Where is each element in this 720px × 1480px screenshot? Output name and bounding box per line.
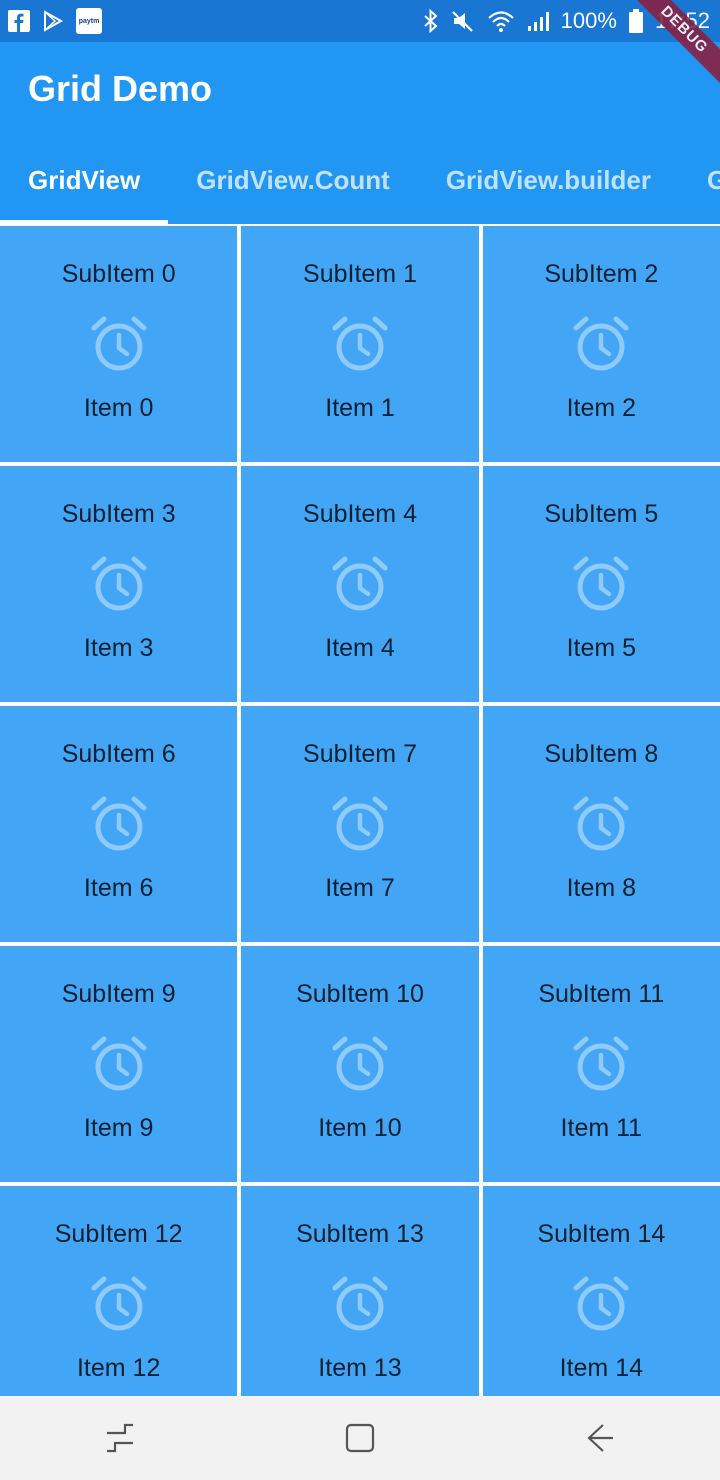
tile-subitem-label: SubItem 7 [303,740,417,768]
alarm-icon [330,1034,390,1094]
back-button[interactable] [570,1408,630,1468]
home-icon [345,1423,375,1453]
tile-subitem-label: SubItem 5 [544,500,659,528]
tile-item-label: Item 0 [83,394,154,422]
alarm-icon [571,1274,631,1334]
home-button[interactable] [330,1408,390,1468]
tile-subitem-label: SubItem 6 [61,740,176,768]
grid-tile[interactable]: SubItem 11 Item 11 [482,946,720,1182]
tile-item-label: Item 2 [566,394,637,422]
page-title: Grid Demo [28,68,213,109]
recent-apps-button[interactable] [90,1408,150,1468]
tile-item-label: Item 14 [559,1354,643,1382]
tab-1[interactable]: GridView.Count [168,140,418,224]
grid-tile[interactable]: SubItem 1 Item 1 [241,226,479,462]
tile-subitem-label: SubItem 14 [537,1220,666,1248]
grid-tile[interactable]: SubItem 3 Item 3 [0,466,238,702]
play-store-icon [42,10,64,32]
facebook-icon [8,10,30,32]
back-icon [587,1424,613,1452]
alarm-icon [330,314,390,374]
tile-subitem-label: SubItem 4 [303,500,417,528]
alarm-icon [89,314,149,374]
tile-subitem-label: SubItem 11 [538,980,665,1008]
grid-tile[interactable]: SubItem 7 Item 7 [241,706,479,942]
recent-apps-icon [107,1423,133,1453]
wifi-icon [487,9,515,33]
tile-item-label: Item 13 [318,1354,402,1382]
grid-tile[interactable]: SubItem 5 Item 5 [482,466,720,702]
tile-subitem-label: SubItem 2 [544,260,659,288]
tile-item-label: Item 1 [325,394,395,422]
grid-tile[interactable]: SubItem 0 Item 0 [0,226,238,462]
grid-tile[interactable]: SubItem 12 Item 12 [0,1186,238,1396]
status-bar: paytm 100% 17:52 [0,0,720,42]
tile-item-label: Item 7 [325,874,395,902]
paytm-icon: paytm [76,8,102,34]
alarm-icon [571,794,631,854]
status-bar-left: paytm [8,8,102,34]
grid-tile[interactable]: SubItem 14 Item 14 [482,1186,720,1396]
alarm-icon [89,1034,149,1094]
tile-item-label: Item 11 [560,1114,643,1142]
tile-subitem-label: SubItem 1 [303,260,417,288]
grid-tile[interactable]: SubItem 13 Item 13 [241,1186,479,1396]
tile-item-label: Item 5 [566,634,637,662]
alarm-icon [571,314,631,374]
tile-item-label: Item 3 [83,634,154,662]
tile-item-label: Item 6 [83,874,154,902]
grid-tile[interactable]: SubItem 4 Item 4 [241,466,479,702]
battery-percentage: 100% [560,8,617,33]
bluetooth-icon [423,9,439,33]
alarm-icon [89,554,149,614]
tab-3[interactable]: Gr [679,140,720,224]
alarm-icon [89,794,149,854]
mute-icon [451,9,475,33]
tile-item-label: Item 12 [76,1354,161,1382]
tile-subitem-label: SubItem 8 [544,740,659,768]
tab-0[interactable]: GridView [0,140,169,224]
grid-tile[interactable]: SubItem 10 Item 10 [241,946,479,1182]
tab-bar: GridViewGridView.CountGridView.builderGr [0,140,720,224]
alarm-icon [571,1034,631,1094]
tile-subitem-label: SubItem 12 [54,1220,183,1248]
grid-tile[interactable]: SubItem 6 Item 6 [0,706,238,942]
alarm-icon [330,1274,390,1334]
grid-tile[interactable]: SubItem 9 Item 9 [0,946,238,1182]
grid-tile[interactable]: SubItem 8 Item 8 [482,706,720,942]
tile-item-label: Item 4 [325,634,395,662]
alarm-icon [89,1274,149,1334]
tab-2[interactable]: GridView.builder [418,140,679,224]
tile-subitem-label: SubItem 13 [296,1220,424,1248]
battery-icon [628,9,643,33]
grid-tile[interactable]: SubItem 2 Item 2 [482,226,720,462]
tile-subitem-label: SubItem 10 [296,980,424,1008]
app-bar: Grid Demo GridView GridView.Count GridView… [0,42,720,224]
tile-item-label: Item 10 [318,1114,402,1142]
tile-subitem-label: SubItem 9 [61,980,176,1008]
tile-item-label: Item 9 [83,1114,154,1142]
signal-icon [527,10,549,32]
tile-subitem-label: SubItem 0 [61,260,176,288]
system-nav-bar [0,1396,720,1480]
tile-subitem-label: SubItem 3 [61,500,176,528]
grid-view[interactable]: SubItem 0 Item 0 SubItem 1 Item 1 SubItem 2 I… [0,224,720,1396]
alarm-icon [330,554,390,614]
alarm-icon [330,794,390,854]
alarm-icon [571,554,631,614]
tile-item-label: Item 8 [566,874,637,902]
